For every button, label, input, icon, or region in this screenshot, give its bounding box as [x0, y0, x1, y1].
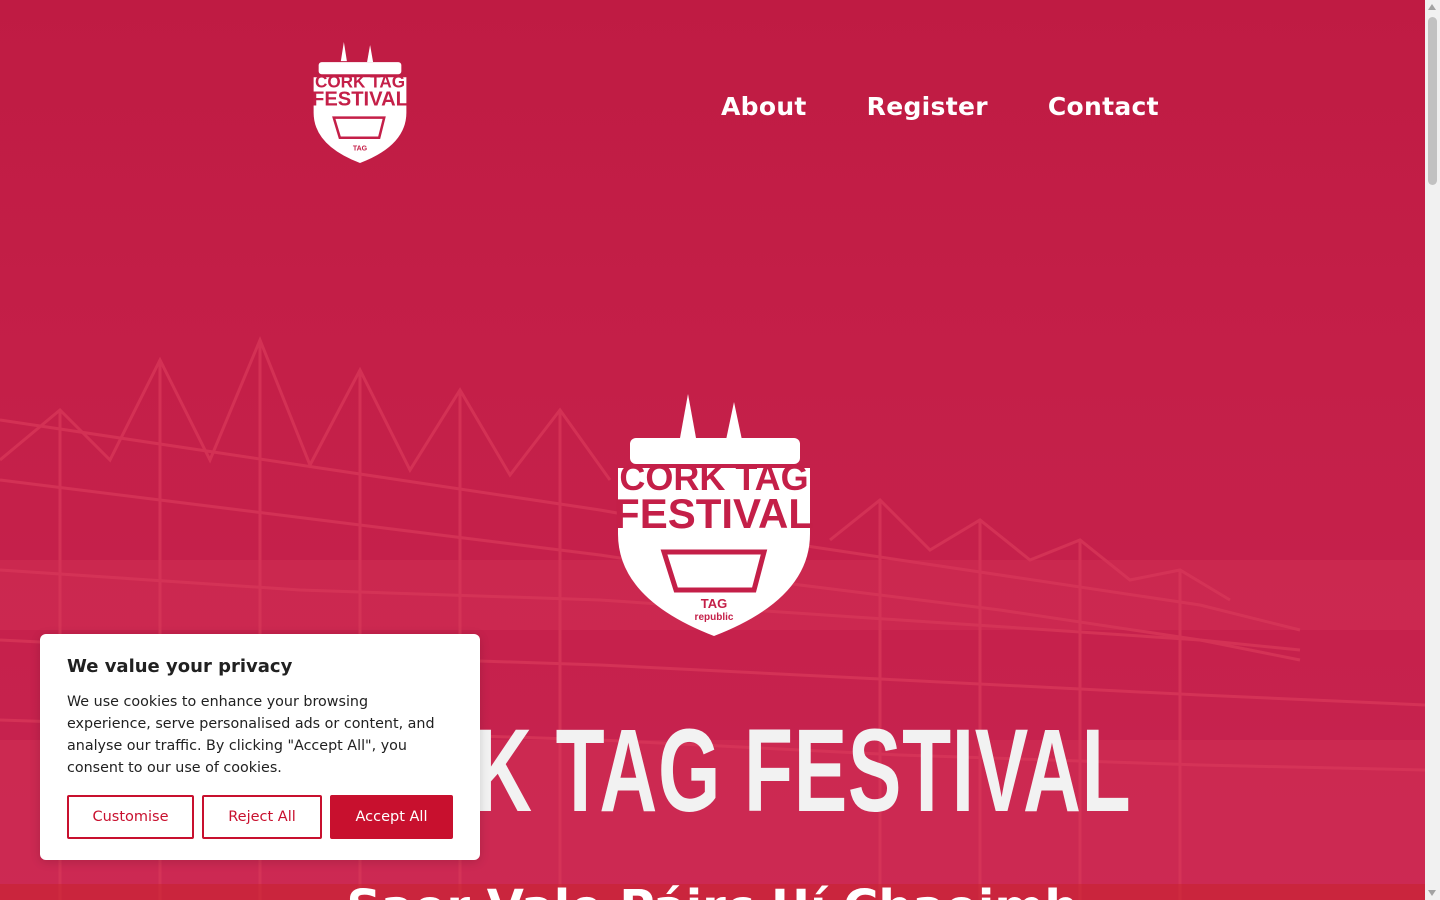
hero-logo-text-line2: FESTIVAL [614, 490, 814, 537]
scrollbar-thumb[interactable] [1428, 17, 1437, 185]
main-nav: About Register Contact [721, 92, 1159, 121]
cookie-button-row: Customise Reject All Accept All [67, 795, 453, 839]
hero-logo-badge-bottom: republic [695, 612, 734, 623]
logo-badge-text: TAG [353, 145, 368, 152]
cookie-consent-banner: We value your privacy We use cookies to … [40, 634, 480, 860]
scroll-up-arrow-icon[interactable] [1428, 4, 1436, 10]
vertical-scrollbar[interactable] [1425, 0, 1440, 900]
hero-logo: CORK TAG FESTIVAL TAG republic [614, 394, 814, 636]
reject-all-button[interactable]: Reject All [202, 795, 322, 839]
hero-logo-badge-top: TAG [701, 596, 727, 611]
nav-contact-link[interactable]: Contact [1048, 92, 1159, 121]
cookie-banner-title: We value your privacy [67, 656, 293, 677]
scroll-down-arrow-icon[interactable] [1428, 890, 1436, 896]
customise-button[interactable]: Customise [67, 795, 194, 839]
cork-tag-festival-logo[interactable]: CORK TAG FESTIVAL TAG [308, 42, 412, 164]
accept-all-button[interactable]: Accept All [330, 795, 453, 839]
logo-text-line2: FESTIVAL [312, 89, 408, 111]
hero-subtitle: Saor Vale Páirc Uí Chaoimh [0, 878, 1425, 900]
cookie-banner-text: We use cookies to enhance your browsing … [67, 694, 435, 776]
nav-register-link[interactable]: Register [867, 92, 988, 121]
nav-about-link[interactable]: About [721, 92, 807, 121]
